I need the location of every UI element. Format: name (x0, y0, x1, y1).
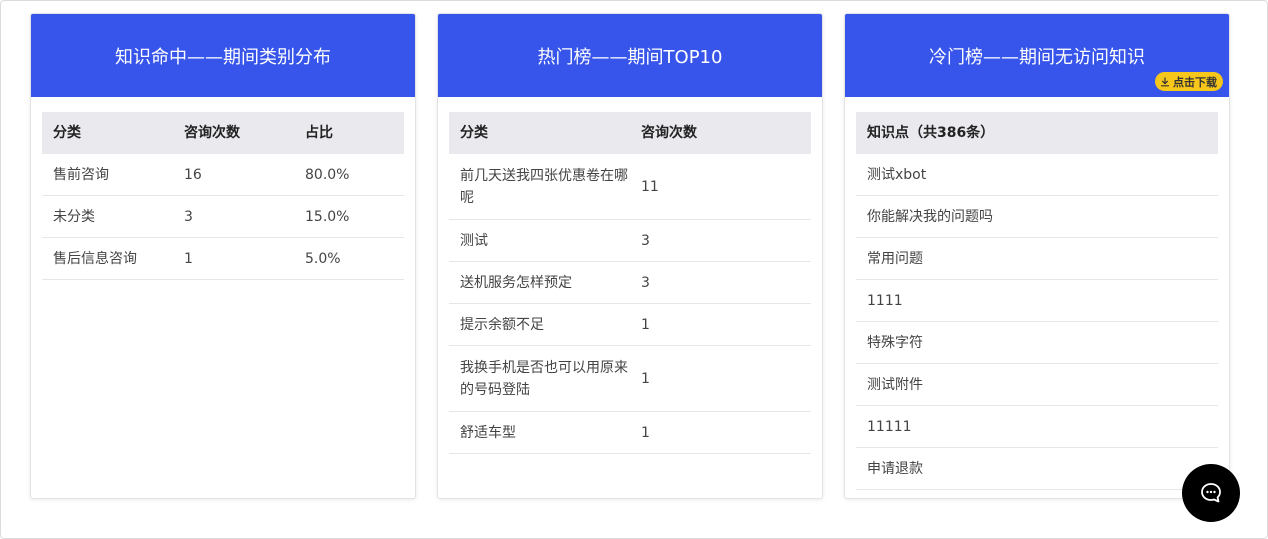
cell-knowledge: 测试xbot (867, 166, 927, 183)
download-label: 点击下载 (1173, 75, 1217, 89)
top10-table: 分类 咨询次数 前几天送我四张优惠卷在哪呢 11 测试 3 送机服务怎样预定 3… (449, 112, 811, 454)
table-row: 提示余额不足 1 (449, 304, 811, 346)
cell-count: 11 (641, 178, 659, 195)
download-icon (1160, 76, 1170, 86)
cell-knowledge: 常用问题 (867, 250, 923, 267)
category-distribution-card: 知识命中——期间类别分布 分类 咨询次数 占比 售前咨询 16 80.0% 未分… (30, 13, 416, 499)
header-category: 分类 (460, 125, 488, 141)
table-row: 售前咨询 16 80.0% (42, 154, 404, 196)
cell-count: 1 (641, 370, 650, 387)
table-row: 送机服务怎样预定 3 (449, 262, 811, 304)
top10-card-title: 热门榜——期间TOP10 (438, 14, 822, 97)
cell-count: 3 (641, 232, 650, 249)
cell-knowledge: 测试附件 (867, 376, 923, 393)
cell-question: 测试 (460, 232, 488, 249)
download-button[interactable]: 点击下载 (1155, 72, 1223, 91)
header-count: 咨询次数 (184, 125, 240, 141)
table-row: 舒适车型 1 (449, 412, 811, 454)
cell-count: 1 (184, 250, 193, 267)
list-item: 你能解决我的问题吗 (856, 196, 1218, 238)
cell-count: 1 (641, 316, 650, 333)
cell-knowledge: 申请退款 (867, 460, 923, 477)
cold-card-header: 冷门榜——期间无访问知识 点击下载 (845, 14, 1229, 97)
list-item: 特殊字符 (856, 322, 1218, 364)
cell-knowledge: 你能解决我的问题吗 (867, 208, 993, 225)
list-item: 1111 (856, 280, 1218, 322)
cell-count: 1 (641, 424, 650, 441)
list-item: 测试附件 (856, 364, 1218, 406)
list-item: 常用问题 (856, 238, 1218, 280)
cell-ratio: 15.0% (305, 208, 350, 225)
table-row: 我换手机是否也可以用原来的号码登陆 1 (449, 346, 811, 412)
cell-question: 我换手机是否也可以用原来的号码登陆 (460, 359, 628, 398)
cell-question: 提示余额不足 (460, 316, 544, 333)
header-knowledge: 知识点（共386条） (867, 125, 995, 141)
cell-knowledge: 11111 (867, 418, 912, 435)
header-count: 咨询次数 (641, 125, 697, 141)
cell-question: 前几天送我四张优惠卷在哪呢 (460, 167, 628, 206)
list-item: 申请退款 (856, 448, 1218, 490)
table-header: 分类 咨询次数 (449, 112, 811, 154)
cell-count: 3 (641, 274, 650, 291)
cell-knowledge: 1111 (867, 292, 903, 309)
cell-count: 16 (184, 166, 202, 183)
header-ratio: 占比 (305, 125, 333, 141)
cell-question: 舒适车型 (460, 424, 516, 441)
chat-bubble-icon (1201, 483, 1221, 503)
cell-category: 未分类 (53, 208, 95, 225)
cold-table: 知识点（共386条） 测试xbot 你能解决我的问题吗 常用问题 1111 特殊… (856, 112, 1218, 490)
table-row: 前几天送我四张优惠卷在哪呢 11 (449, 154, 811, 220)
cell-knowledge: 特殊字符 (867, 334, 923, 351)
list-item: 测试xbot (856, 154, 1218, 196)
chat-button[interactable] (1182, 464, 1240, 522)
list-item: 11111 (856, 406, 1218, 448)
header-category: 分类 (53, 125, 81, 141)
table-row: 售后信息咨询 1 5.0% (42, 238, 404, 280)
category-table: 分类 咨询次数 占比 售前咨询 16 80.0% 未分类 3 15.0% 售后信… (42, 112, 404, 280)
cell-category: 售前咨询 (53, 166, 109, 183)
cold-card-title: 冷门榜——期间无访问知识 (929, 46, 1145, 68)
table-row: 测试 3 (449, 220, 811, 262)
table-header: 分类 咨询次数 占比 (42, 112, 404, 154)
table-row: 未分类 3 15.0% (42, 196, 404, 238)
cell-ratio: 5.0% (305, 250, 341, 267)
cell-ratio: 80.0% (305, 166, 350, 183)
table-header: 知识点（共386条） (856, 112, 1218, 154)
cell-question: 送机服务怎样预定 (460, 274, 572, 291)
top10-card: 热门榜——期间TOP10 分类 咨询次数 前几天送我四张优惠卷在哪呢 11 测试… (437, 13, 823, 499)
cell-category: 售后信息咨询 (53, 250, 137, 267)
category-card-title: 知识命中——期间类别分布 (31, 14, 415, 97)
cold-list-card: 冷门榜——期间无访问知识 点击下载 知识点（共386条） 测试xbot 你能解决… (844, 13, 1230, 499)
cell-count: 3 (184, 208, 193, 225)
